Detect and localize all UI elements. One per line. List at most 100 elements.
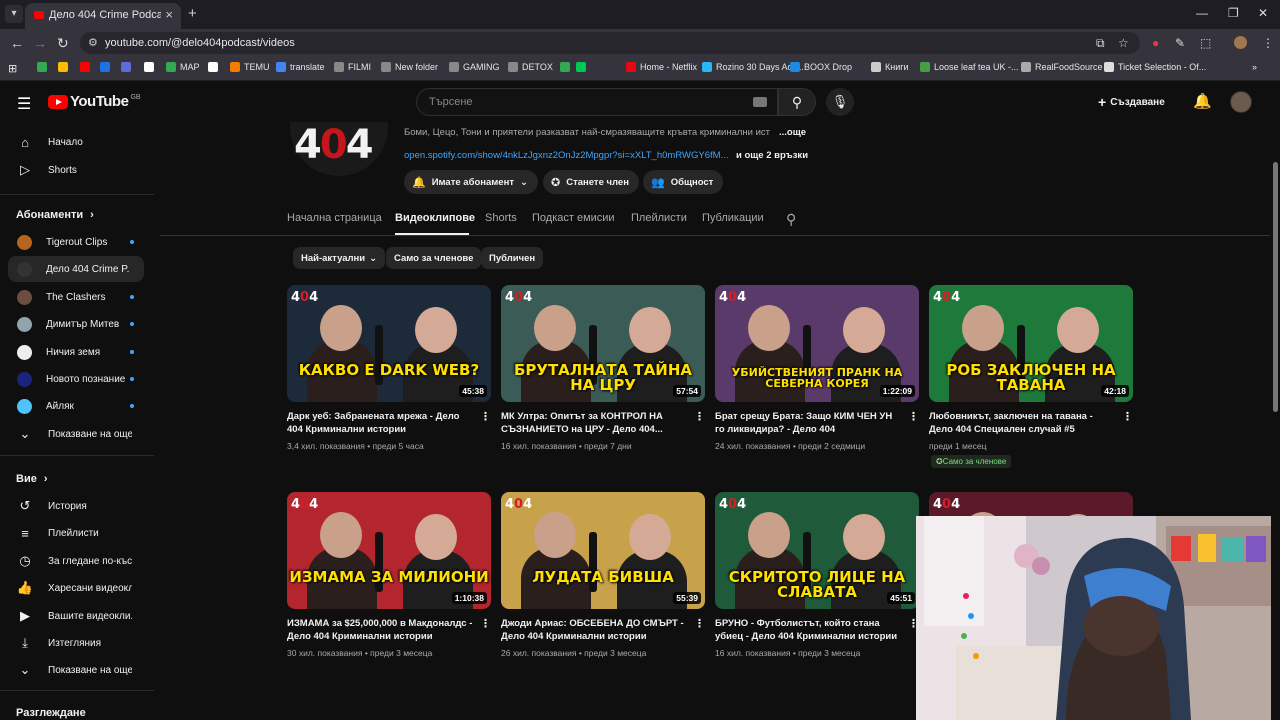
back-icon[interactable]: ← [10,35,24,51]
community-button[interactable]: 👥 Общност [643,170,724,194]
bookmark-item[interactable] [80,62,94,72]
search-input[interactable]: Търсене [416,88,778,116]
bookmark-item[interactable] [37,62,51,72]
voice-search-button[interactable]: 🎙 [826,88,854,116]
channel-search-icon[interactable]: ⚲ [786,211,796,228]
sidebar-item-watch-later[interactable]: ◷ За гледане по-къс... [8,548,144,574]
new-tab-icon[interactable]: + [188,5,197,22]
show-more-you[interactable]: ⌄ Показване на още [8,657,144,683]
video-thumbnail[interactable]: 404 ЛУДАТА БИВША 55:39 [501,492,705,609]
bookmark-item[interactable]: Home - Netflix [626,62,697,72]
subscription-item[interactable]: Димитър Митев [8,311,144,337]
channel-description[interactable]: Боми, Цецо, Тони и приятели разказват на… [404,127,806,138]
video-title[interactable]: МК Ултра: Опитът за КОНТРОЛ НА СЪЗНАНИЕТ… [501,410,687,436]
bookmark-item[interactable] [100,62,114,72]
restore-icon[interactable]: ❐ [1228,6,1239,20]
subscribed-button[interactable]: 🔔 Имате абонамент ⌄ [404,170,538,194]
guide-menu-icon[interactable]: ☰ [17,94,31,114]
bookmark-item[interactable] [208,62,222,72]
apps-grid-icon[interactable]: ⊞ [8,62,17,75]
subscription-item[interactable]: Ничия земя [8,339,144,365]
channel-tab[interactable]: Плейлисти [631,212,687,224]
you-heading[interactable]: Вие › [16,473,48,485]
bookmark-item[interactable]: Книги [871,62,909,72]
filter-chip[interactable]: Най-актуални ⌄ [293,247,386,269]
video-menu-icon[interactable]: ⋮ [694,617,705,630]
channel-tab[interactable]: Shorts [485,212,517,224]
close-tab-icon[interactable]: × [165,7,173,22]
bookmark-item[interactable] [560,62,574,72]
description-more-link[interactable]: ...още [776,127,806,138]
video-menu-icon[interactable]: ⋮ [480,617,491,630]
account-avatar[interactable] [1230,91,1252,113]
url-bar[interactable]: ⚙ youtube.com/@delo404podcast/videos [80,32,1140,54]
browser-tab[interactable]: Дело 404 Crime Podcast - YouTube × [25,3,181,29]
profile-avatar[interactable] [1234,36,1247,49]
join-button[interactable]: ✪ Станете член [543,170,639,194]
forward-icon[interactable]: → [33,35,47,51]
explore-heading[interactable]: Разглеждане [16,707,86,719]
subscription-item[interactable]: Tigerout Clips [8,229,144,255]
sidebar-item-like[interactable]: 👍 Харесани видеокл... [8,575,144,601]
minimize-icon[interactable]: — [1196,6,1208,20]
browser-menu-icon[interactable]: ⋮ [1262,36,1274,50]
extensions-puzzle-icon[interactable]: ⬚ [1200,36,1211,50]
sidebar-item-home[interactable]: ⌂ Начало [8,129,144,155]
bookmark-item[interactable] [121,62,135,72]
page-scrollbar[interactable] [1271,122,1280,720]
video-menu-icon[interactable]: ⋮ [694,410,705,423]
subscription-item[interactable]: Айляк [8,393,144,419]
reload-icon[interactable]: ↻ [57,35,69,52]
sidebar-item-your-videos[interactable]: ▶ Вашите видеокли... [8,603,144,629]
bookmark-item[interactable]: Ticket Selection - Of... [1104,62,1206,72]
install-app-icon[interactable]: ⧉ [1096,36,1105,51]
bookmark-item[interactable] [144,62,158,72]
subscription-item[interactable]: The Clashers [8,284,144,310]
video-thumbnail[interactable]: 404 ИЗМАМА ЗА МИЛИОНИ 1:10:38 [287,492,491,609]
bookmark-item[interactable]: Loose leaf tea UK -... [920,62,1019,72]
video-thumbnail[interactable]: 404 БРУТАЛНАТА ТАЙНА НА ЦРУ 57:54 [501,285,705,402]
video-title[interactable]: Дарк уеб: Забранената мрежа - Дело 404 К… [287,410,473,436]
channel-link[interactable]: open.spotify.com/show/4nkLzJgxnz2OnJz2Mp… [404,150,728,161]
extension-red-icon[interactable]: ● [1152,36,1159,50]
sidebar-item-shorts[interactable]: ▷ Shorts [8,157,144,183]
video-menu-icon[interactable]: ⋮ [1122,410,1133,423]
channel-tab[interactable]: Публикации [702,212,764,224]
bookmark-item[interactable] [58,62,72,72]
subscriptions-heading[interactable]: Абонаменти › [16,209,94,221]
filter-chip[interactable]: Публичен [481,247,544,269]
notifications-bell-icon[interactable]: 🔔 [1193,92,1212,110]
bookmark-item[interactable]: Rozino 30 Days Adv... [702,62,804,72]
video-title[interactable]: БРУНО - Футболистът, който стана убиец -… [715,617,901,643]
bookmark-item[interactable]: DETOX [508,62,553,72]
video-thumbnail[interactable]: 404 РОБ ЗАКЛЮЧЕН НА ТАВАНА 42:18 [929,285,1133,402]
channel-tab[interactable]: Видеоклипове [395,212,475,224]
video-title[interactable]: Брат срещу Брата: Защо КИМ ЧЕН УН го лик… [715,410,901,436]
bookmark-item[interactable]: MAP [166,62,200,72]
channel-avatar[interactable]: 404 [286,122,392,184]
subscription-item[interactable]: Дело 404 Crime P... [8,256,144,282]
create-button[interactable]: + Създаване [1098,94,1165,110]
video-menu-icon[interactable]: ⋮ [480,410,491,423]
bookmark-item[interactable] [576,62,590,72]
bookmark-item[interactable]: RealFoodSource [1021,62,1103,72]
bookmark-item[interactable]: TEMU [230,62,270,72]
video-thumbnail[interactable]: 404 УБИЙСТВЕНИЯТ ПРАНК НА СЕВЕРНА КОРЕЯ 1:… [715,285,919,402]
extension-pen-icon[interactable]: ✎ [1175,36,1185,50]
close-window-icon[interactable]: ✕ [1258,6,1268,20]
bookmark-item[interactable]: BOOX Drop [790,62,852,72]
show-more-subscriptions[interactable]: ⌄ Показване на още [8,421,144,447]
sidebar-item-download[interactable]: ⤓ Изтегляния [8,630,144,656]
tab-search-icon[interactable]: ▾ [5,5,23,23]
more-links[interactable]: и още 2 връзки [736,150,808,161]
video-title[interactable]: Джоди Ариас: ОБСЕБЕНА ДО СМЪРТ - Дело 40… [501,617,687,643]
scrollbar-thumb[interactable] [1273,162,1278,412]
subscription-item[interactable]: Новото познание [8,366,144,392]
channel-tab[interactable]: Подкаст емисии [532,212,615,224]
channel-tab[interactable]: Начална страница [287,212,382,224]
bookmark-item[interactable]: FILMI [334,62,371,72]
bookmarks-overflow-icon[interactable]: » [1252,62,1257,72]
keyboard-icon[interactable] [753,97,767,107]
site-info-icon[interactable]: ⚙ [88,36,98,49]
youtube-logo[interactable]: YouTube GB [48,93,141,110]
